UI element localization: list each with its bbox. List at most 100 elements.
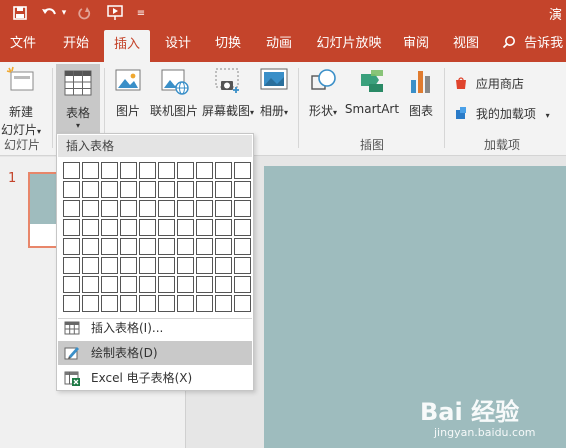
table-size-cell[interactable]	[120, 219, 137, 236]
table-size-cell[interactable]	[196, 181, 213, 198]
table-size-cell[interactable]	[82, 200, 99, 217]
shapes-button[interactable]: 形状▾	[304, 66, 342, 119]
table-size-cell[interactable]	[101, 295, 118, 312]
table-size-cell[interactable]	[63, 276, 80, 293]
tab-file[interactable]: 文件	[4, 26, 42, 62]
table-size-cell[interactable]	[215, 238, 232, 255]
table-size-cell[interactable]	[63, 257, 80, 274]
table-size-cell[interactable]	[82, 238, 99, 255]
undo-icon[interactable]	[40, 4, 58, 22]
table-size-cell[interactable]	[120, 200, 137, 217]
table-size-cell[interactable]	[82, 257, 99, 274]
table-size-cell[interactable]	[139, 257, 156, 274]
table-size-cell[interactable]	[177, 162, 194, 179]
table-size-cell[interactable]	[101, 162, 118, 179]
table-size-cell[interactable]	[101, 219, 118, 236]
tab-design[interactable]: 设计	[158, 26, 198, 62]
table-button[interactable]: 表格 ▾	[56, 64, 100, 134]
store-button[interactable]: 应用商店	[454, 74, 524, 94]
table-size-cell[interactable]	[82, 181, 99, 198]
table-size-cell[interactable]	[120, 181, 137, 198]
save-icon[interactable]	[10, 4, 30, 22]
table-size-cell[interactable]	[196, 276, 213, 293]
table-size-cell[interactable]	[63, 181, 80, 198]
table-size-cell[interactable]	[215, 295, 232, 312]
insert-table-item[interactable]: 插入表格(I)...	[58, 316, 252, 340]
table-size-cell[interactable]	[63, 238, 80, 255]
table-size-cell[interactable]	[120, 276, 137, 293]
table-size-cell[interactable]	[63, 295, 80, 312]
table-size-cell[interactable]	[101, 276, 118, 293]
tab-slideshow[interactable]: 幻灯片放映	[310, 26, 388, 62]
table-size-cell[interactable]	[82, 276, 99, 293]
table-size-cell[interactable]	[234, 219, 251, 236]
table-size-cell[interactable]	[196, 200, 213, 217]
table-size-cell[interactable]	[158, 162, 175, 179]
tab-view[interactable]: 视图	[446, 26, 486, 62]
picture-button[interactable]: 图片	[110, 66, 146, 119]
table-size-cell[interactable]	[158, 276, 175, 293]
new-slide-button[interactable]: 新建 幻灯片▾	[0, 66, 42, 138]
table-size-cell[interactable]	[215, 181, 232, 198]
table-size-cell[interactable]	[215, 200, 232, 217]
smartart-button[interactable]: SmartArt	[344, 66, 400, 116]
table-size-cell[interactable]	[234, 162, 251, 179]
table-size-cell[interactable]	[101, 181, 118, 198]
table-size-cell[interactable]	[234, 238, 251, 255]
excel-spreadsheet-item[interactable]: Excel 电子表格(X)	[58, 366, 252, 390]
redo-icon[interactable]	[76, 4, 94, 22]
table-size-cell[interactable]	[177, 295, 194, 312]
table-size-cell[interactable]	[139, 162, 156, 179]
tab-review[interactable]: 审阅	[396, 26, 436, 62]
table-size-cell[interactable]	[139, 200, 156, 217]
table-size-cell[interactable]	[120, 238, 137, 255]
chart-button[interactable]: 图表	[404, 66, 438, 119]
table-size-cell[interactable]	[234, 200, 251, 217]
photo-album-button[interactable]: 相册▾	[256, 66, 292, 119]
tab-animations[interactable]: 动画	[259, 26, 299, 62]
table-size-cell[interactable]	[139, 276, 156, 293]
table-size-cell[interactable]	[234, 257, 251, 274]
table-size-cell[interactable]	[215, 219, 232, 236]
draw-table-item[interactable]: 绘制表格(D)	[58, 341, 252, 365]
present-from-start-icon[interactable]	[104, 4, 126, 22]
table-size-cell[interactable]	[139, 295, 156, 312]
table-size-cell[interactable]	[101, 238, 118, 255]
table-size-cell[interactable]	[158, 219, 175, 236]
table-size-cell[interactable]	[63, 162, 80, 179]
online-picture-button[interactable]: 联机图片	[148, 66, 200, 119]
table-size-cell[interactable]	[139, 181, 156, 198]
table-size-cell[interactable]	[215, 257, 232, 274]
table-size-cell[interactable]	[82, 219, 99, 236]
table-size-cell[interactable]	[158, 181, 175, 198]
table-size-cell[interactable]	[177, 181, 194, 198]
table-size-cell[interactable]	[158, 295, 175, 312]
tab-insert[interactable]: 插入	[104, 30, 150, 62]
table-size-cell[interactable]	[63, 200, 80, 217]
table-size-cell[interactable]	[101, 257, 118, 274]
table-size-cell[interactable]	[177, 276, 194, 293]
table-size-cell[interactable]	[120, 257, 137, 274]
table-size-cell[interactable]	[82, 295, 99, 312]
table-size-cell[interactable]	[215, 162, 232, 179]
table-size-cell[interactable]	[196, 257, 213, 274]
table-size-cell[interactable]	[177, 219, 194, 236]
tab-home[interactable]: 开始	[56, 26, 96, 62]
table-size-cell[interactable]	[158, 200, 175, 217]
table-size-cell[interactable]	[139, 219, 156, 236]
tell-me-search[interactable]: 告诉我	[502, 26, 566, 62]
table-size-cell[interactable]	[234, 295, 251, 312]
table-size-cell[interactable]	[139, 238, 156, 255]
table-size-cell[interactable]	[215, 276, 232, 293]
table-size-cell[interactable]	[196, 238, 213, 255]
table-size-cell[interactable]	[177, 200, 194, 217]
table-size-cell[interactable]	[177, 257, 194, 274]
table-size-cell[interactable]	[196, 219, 213, 236]
screenshot-button[interactable]: 屏幕截图▾	[202, 66, 254, 119]
table-size-cell[interactable]	[196, 295, 213, 312]
table-size-cell[interactable]	[196, 162, 213, 179]
table-size-cell[interactable]	[234, 276, 251, 293]
undo-dropdown-icon[interactable]: ▾	[60, 4, 68, 22]
table-size-cell[interactable]	[177, 238, 194, 255]
table-size-cell[interactable]	[82, 162, 99, 179]
